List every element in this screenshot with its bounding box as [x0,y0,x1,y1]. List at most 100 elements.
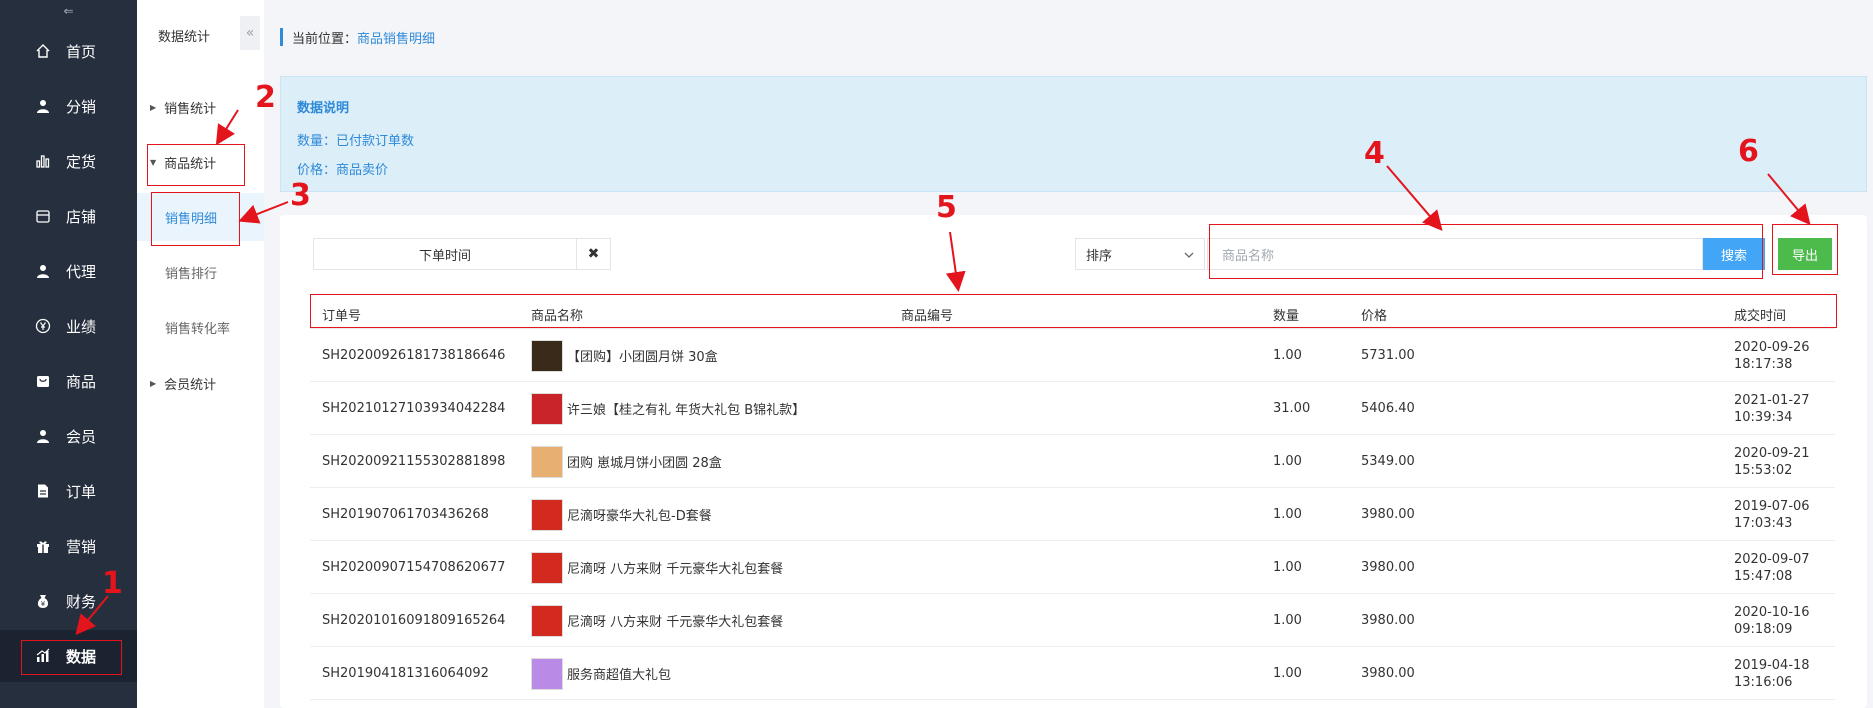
deal-date: 2019-07-06 [1734,498,1810,514]
product-name[interactable]: 服务商超值大礼包 [567,664,671,683]
deal-time-cell: 2020-09-21 15:53:02 [1734,435,1810,488]
nav-item-marketing[interactable]: 营销 [0,520,137,572]
product-name[interactable]: 许三娘【桂之有礼 年货大礼包 B锦礼款】 [567,399,805,418]
nav-item-home[interactable]: 首页 [0,25,137,77]
table-row[interactable]: SH20200921155302881898 团购 崽城月饼小团圆 28盒 1.… [310,435,1835,488]
annotation-box-data-nav [21,640,122,675]
deal-time-cell: 2019-07-06 17:03:43 [1734,488,1810,541]
main-nav: ⇐ 首页 分销 定货 店铺 代理 业绩 商品 会员 订单 营销 ¥ 财务 数据 [0,0,137,708]
product-cell: 尼滴呀豪华大礼包-D套餐 [531,488,712,541]
deal-clock: 18:17:38 [1734,356,1793,372]
nav-item-ordering[interactable]: 定货 [0,135,137,187]
nav-item-label: 订单 [66,482,97,501]
order-no-cell: SH201907061703436268 [322,507,489,522]
product-thumbnail[interactable] [531,657,563,690]
product-cell: 尼滴呀 八方来财 千元豪华大礼包套餐 [531,594,783,647]
nav-item-label: 定货 [66,152,97,171]
product-name[interactable]: 【团购】小团圆月饼 30盒 [567,346,718,365]
nav-item-products[interactable]: 商品 [0,355,137,407]
annotation-number-2: 2 [255,80,276,115]
annotation-box-search [1209,224,1763,279]
double-chevron-left-icon[interactable]: « [240,16,260,50]
annotation-box-table-header [310,294,1837,328]
price-cell: 5349.00 [1361,454,1415,469]
price-cell: 5406.40 [1361,401,1415,416]
subnav-group-members[interactable]: ▶ 会员统计 [150,374,216,393]
table-row[interactable]: SH20201016091809165264 尼滴呀 八方来财 千元豪华大礼包套… [310,594,1835,647]
subnav-group-label: 销售统计 [164,102,217,117]
document-icon [34,482,52,500]
svg-text:¥: ¥ [41,600,46,608]
table-row[interactable]: SH201907061703436268 尼滴呀豪华大礼包-D套餐 1.00 3… [310,488,1835,541]
order-no-cell: SH201904181316064092 [322,666,489,681]
subnav-item-sales-ranking[interactable]: 销售排行 [137,248,264,296]
product-name[interactable]: 尼滴呀 八方来财 千元豪华大礼包套餐 [567,558,783,577]
deal-time-cell: 2020-10-16 09:18:09 [1734,594,1810,647]
sort-select[interactable]: 排序 [1075,238,1205,270]
nav-collapse-icon[interactable]: ⇐ [0,0,137,22]
product-cell: 团购 崽城月饼小团圆 28盒 [531,435,722,488]
clear-icon[interactable]: ✖ [577,238,611,270]
caret-right-icon: ▶ [150,103,157,112]
product-thumbnail[interactable] [531,339,563,372]
product-thumbnail[interactable] [531,445,563,478]
product-name[interactable]: 尼滴呀豪华大礼包-D套餐 [567,505,712,524]
product-cell: 尼滴呀 八方来财 千元豪华大礼包套餐 [531,541,783,594]
nav-item-agent[interactable]: 代理 [0,245,137,297]
quantity-cell: 31.00 [1273,401,1311,416]
quantity-cell: 1.00 [1273,507,1302,522]
order-time-filter[interactable]: 下单时间 [313,238,577,270]
nav-item-label: 首页 [66,42,97,61]
quantity-cell: 1.00 [1273,560,1302,575]
table-row[interactable]: SH201904181316064092 服务商超值大礼包 1.00 3980.… [310,647,1835,700]
quantity-cell: 1.00 [1273,666,1302,681]
nav-item-label: 分销 [66,97,97,116]
price-cell: 3980.00 [1361,560,1415,575]
product-name[interactable]: 团购 崽城月饼小团圆 28盒 [567,452,722,471]
sub-nav: 数据统计 « ▶ 销售统计 ▼ 商品统计 销售明细 销售排行 销售转化率 ▶ 会… [137,0,264,708]
product-thumbnail[interactable] [531,604,563,637]
annotation-number-1: 1 [102,566,123,601]
yen-icon [34,317,52,335]
nav-item-store[interactable]: 店铺 [0,190,137,242]
user-icon [34,97,52,115]
nav-item-distribution[interactable]: 分销 [0,80,137,132]
product-name[interactable]: 尼滴呀 八方来财 千元豪华大礼包套餐 [567,611,783,630]
annotation-number-6: 6 [1738,134,1759,169]
product-thumbnail[interactable] [531,498,563,531]
deal-clock: 10:39:34 [1734,409,1793,425]
info-title: 数据说明 [297,101,350,116]
product-cell: 服务商超值大礼包 [531,647,671,700]
deal-date: 2020-09-07 [1734,551,1810,567]
deal-clock: 13:16:06 [1734,674,1793,690]
table-row[interactable]: SH20200907154708620677 尼滴呀 八方来财 千元豪华大礼包套… [310,541,1835,594]
deal-date: 2021-01-27 [1734,392,1810,408]
deal-clock: 15:53:02 [1734,462,1793,478]
nav-item-members[interactable]: 会员 [0,410,137,462]
nav-item-label: 财务 [66,592,97,611]
store-icon [34,207,52,225]
annotation-box-export [1772,224,1838,275]
quantity-cell: 1.00 [1273,454,1302,469]
bar-chart-icon [34,152,52,170]
gift-icon [34,537,52,555]
deal-clock: 17:03:43 [1734,515,1793,531]
deal-clock: 15:47:08 [1734,568,1793,584]
subnav-group-sales[interactable]: ▶ 销售统计 [150,98,216,117]
table-row[interactable]: SH20210127103934042284 许三娘【桂之有礼 年货大礼包 B锦… [310,382,1835,435]
deal-date: 2020-09-21 [1734,445,1810,461]
order-no-cell: SH2020092618173818664​6 [322,348,506,363]
user-icon [34,262,52,280]
order-no-cell: SH20200907154708620677 [322,560,506,575]
subnav-item-label: 销售转化率 [165,321,231,337]
nav-item-performance[interactable]: 业绩 [0,300,137,352]
nav-item-label: 商品 [66,372,97,391]
order-no-cell: SH20210127103934042284 [322,401,506,416]
product-thumbnail[interactable] [531,392,563,425]
nav-item-orders[interactable]: 订单 [0,465,137,517]
subnav-item-conversion-rate[interactable]: 销售转化率 [137,303,264,351]
breadcrumb-current[interactable]: 商品销售明细 [357,28,435,47]
table-row[interactable]: SH2020092618173818664​6 【团购】小团圆月饼 30盒 1.… [310,329,1835,382]
product-thumbnail[interactable] [531,551,563,584]
deal-date: 2019-04-18 [1734,657,1810,673]
